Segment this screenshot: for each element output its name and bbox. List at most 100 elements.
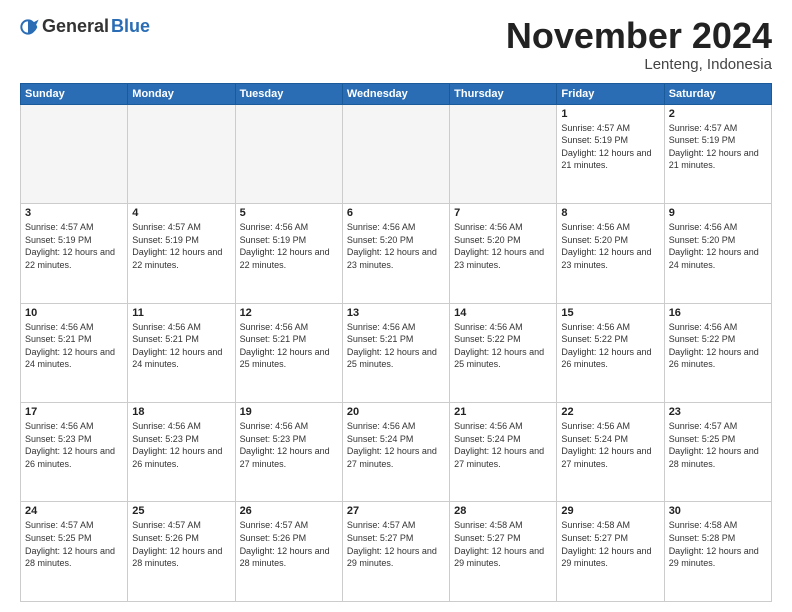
- day-cell: [21, 104, 128, 203]
- day-info: Sunrise: 4:58 AMSunset: 5:27 PMDaylight:…: [561, 519, 659, 569]
- day-cell: 14 Sunrise: 4:56 AMSunset: 5:22 PMDayligh…: [450, 303, 557, 402]
- logo-area: GeneralBlue: [20, 16, 150, 37]
- day-info: Sunrise: 4:56 AMSunset: 5:20 PMDaylight:…: [561, 221, 659, 271]
- logo: GeneralBlue: [20, 16, 150, 37]
- week-row-2: 3 Sunrise: 4:57 AMSunset: 5:19 PMDaylight…: [21, 204, 772, 303]
- calendar-header-row: SundayMondayTuesdayWednesdayThursdayFrid…: [21, 83, 772, 104]
- day-cell: 11 Sunrise: 4:56 AMSunset: 5:21 PMDayligh…: [128, 303, 235, 402]
- day-info: Sunrise: 4:58 AMSunset: 5:27 PMDaylight:…: [454, 519, 552, 569]
- day-number: 19: [240, 406, 338, 418]
- day-info: Sunrise: 4:56 AMSunset: 5:24 PMDaylight:…: [454, 420, 552, 470]
- day-info: Sunrise: 4:56 AMSunset: 5:21 PMDaylight:…: [240, 321, 338, 371]
- day-info: Sunrise: 4:56 AMSunset: 5:24 PMDaylight:…: [347, 420, 445, 470]
- day-cell: 26 Sunrise: 4:57 AMSunset: 5:26 PMDayligh…: [235, 502, 342, 602]
- day-number: 15: [561, 307, 659, 319]
- month-title: November 2024: [506, 16, 772, 56]
- day-info: Sunrise: 4:57 AMSunset: 5:25 PMDaylight:…: [669, 420, 767, 470]
- day-cell: 17 Sunrise: 4:56 AMSunset: 5:23 PMDayligh…: [21, 403, 128, 502]
- day-info: Sunrise: 4:57 AMSunset: 5:25 PMDaylight:…: [25, 519, 123, 569]
- day-number: 17: [25, 406, 123, 418]
- day-cell: 10 Sunrise: 4:56 AMSunset: 5:21 PMDayligh…: [21, 303, 128, 402]
- day-cell: 25Sunrise: 4:57 AMSunset: 5:26 PMDayligh…: [128, 502, 235, 602]
- col-header-thursday: Thursday: [450, 83, 557, 104]
- day-number: 8: [561, 207, 659, 219]
- day-cell: 20 Sunrise: 4:56 AMSunset: 5:24 PMDayligh…: [342, 403, 449, 502]
- day-cell: 23 Sunrise: 4:57 AMSunset: 5:25 PMDayligh…: [664, 403, 771, 502]
- day-info: Sunrise: 4:56 AMSunset: 5:23 PMDaylight:…: [25, 420, 123, 470]
- logo-icon: [20, 17, 40, 37]
- col-header-monday: Monday: [128, 83, 235, 104]
- day-number: 26: [240, 505, 338, 517]
- day-cell: 30 Sunrise: 4:58 AMSunset: 5:28 PMDayligh…: [664, 502, 771, 602]
- day-number: 25: [132, 505, 230, 517]
- day-number: 14: [454, 307, 552, 319]
- logo-blue: Blue: [111, 16, 150, 37]
- day-number: 21: [454, 406, 552, 418]
- logo-general: General: [42, 16, 109, 37]
- day-info: Sunrise: 4:56 AMSunset: 5:22 PMDaylight:…: [669, 321, 767, 371]
- day-cell: 24 Sunrise: 4:57 AMSunset: 5:25 PMDayligh…: [21, 502, 128, 602]
- day-cell: 6Sunrise: 4:56 AMSunset: 5:20 PMDaylight…: [342, 204, 449, 303]
- day-info: Sunrise: 4:57 AMSunset: 5:19 PMDaylight:…: [132, 221, 230, 271]
- location-title: Lenteng, Indonesia: [506, 56, 772, 73]
- day-number: 5: [240, 207, 338, 219]
- week-row-5: 24 Sunrise: 4:57 AMSunset: 5:25 PMDayligh…: [21, 502, 772, 602]
- day-number: 20: [347, 406, 445, 418]
- day-info: Sunrise: 4:58 AMSunset: 5:28 PMDaylight:…: [669, 519, 767, 569]
- day-info: Sunrise: 4:56 AMSunset: 5:20 PMDaylight:…: [347, 221, 445, 271]
- day-number: 13: [347, 307, 445, 319]
- header: GeneralBlue November 2024 Lenteng, Indon…: [20, 16, 772, 73]
- day-cell: 8 Sunrise: 4:56 AMSunset: 5:20 PMDaylight…: [557, 204, 664, 303]
- day-info: Sunrise: 4:57 AMSunset: 5:19 PMDaylight:…: [25, 221, 123, 271]
- day-cell: 22 Sunrise: 4:56 AMSunset: 5:24 PMDayligh…: [557, 403, 664, 502]
- day-info: Sunrise: 4:56 AMSunset: 5:24 PMDaylight:…: [561, 420, 659, 470]
- col-header-tuesday: Tuesday: [235, 83, 342, 104]
- day-number: 12: [240, 307, 338, 319]
- day-cell: 7Sunrise: 4:56 AMSunset: 5:20 PMDaylight…: [450, 204, 557, 303]
- day-info: Sunrise: 4:56 AMSunset: 5:23 PMDaylight:…: [132, 420, 230, 470]
- day-cell: 3 Sunrise: 4:57 AMSunset: 5:19 PMDaylight…: [21, 204, 128, 303]
- day-number: 11: [132, 307, 230, 319]
- day-number: 1: [561, 108, 659, 120]
- day-number: 29: [561, 505, 659, 517]
- col-header-sunday: Sunday: [21, 83, 128, 104]
- day-number: 9: [669, 207, 767, 219]
- day-number: 4: [132, 207, 230, 219]
- day-cell: 29 Sunrise: 4:58 AMSunset: 5:27 PMDayligh…: [557, 502, 664, 602]
- day-number: 7: [454, 207, 552, 219]
- day-cell: 4 Sunrise: 4:57 AMSunset: 5:19 PMDaylight…: [128, 204, 235, 303]
- week-row-4: 17 Sunrise: 4:56 AMSunset: 5:23 PMDayligh…: [21, 403, 772, 502]
- day-number: 2: [669, 108, 767, 120]
- week-row-3: 10 Sunrise: 4:56 AMSunset: 5:21 PMDayligh…: [21, 303, 772, 402]
- day-cell: 5Sunrise: 4:56 AMSunset: 5:19 PMDaylight…: [235, 204, 342, 303]
- day-info: Sunrise: 4:57 AMSunset: 5:27 PMDaylight:…: [347, 519, 445, 569]
- day-cell: 12 Sunrise: 4:56 AMSunset: 5:21 PMDayligh…: [235, 303, 342, 402]
- day-info: Sunrise: 4:56 AMSunset: 5:21 PMDaylight:…: [132, 321, 230, 371]
- day-cell: 13Sunrise: 4:56 AMSunset: 5:21 PMDayligh…: [342, 303, 449, 402]
- day-number: 3: [25, 207, 123, 219]
- day-number: 22: [561, 406, 659, 418]
- day-cell: 19 Sunrise: 4:56 AMSunset: 5:23 PMDayligh…: [235, 403, 342, 502]
- day-cell: 21 Sunrise: 4:56 AMSunset: 5:24 PMDayligh…: [450, 403, 557, 502]
- col-header-friday: Friday: [557, 83, 664, 104]
- page: GeneralBlue November 2024 Lenteng, Indon…: [0, 0, 792, 612]
- day-cell: 27Sunrise: 4:57 AMSunset: 5:27 PMDayligh…: [342, 502, 449, 602]
- day-cell: 18Sunrise: 4:56 AMSunset: 5:23 PMDayligh…: [128, 403, 235, 502]
- col-header-saturday: Saturday: [664, 83, 771, 104]
- day-cell: [235, 104, 342, 203]
- day-info: Sunrise: 4:56 AMSunset: 5:23 PMDaylight:…: [240, 420, 338, 470]
- day-info: Sunrise: 4:56 AMSunset: 5:20 PMDaylight:…: [669, 221, 767, 271]
- day-cell: [450, 104, 557, 203]
- day-number: 16: [669, 307, 767, 319]
- day-number: 23: [669, 406, 767, 418]
- day-number: 10: [25, 307, 123, 319]
- day-info: Sunrise: 4:56 AMSunset: 5:22 PMDaylight:…: [454, 321, 552, 371]
- day-cell: [342, 104, 449, 203]
- day-info: Sunrise: 4:57 AMSunset: 5:26 PMDaylight:…: [240, 519, 338, 569]
- day-number: 30: [669, 505, 767, 517]
- day-info: Sunrise: 4:56 AMSunset: 5:21 PMDaylight:…: [25, 321, 123, 371]
- day-number: 24: [25, 505, 123, 517]
- day-number: 28: [454, 505, 552, 517]
- day-cell: 16 Sunrise: 4:56 AMSunset: 5:22 PMDayligh…: [664, 303, 771, 402]
- day-cell: 1Sunrise: 4:57 AMSunset: 5:19 PMDaylight…: [557, 104, 664, 203]
